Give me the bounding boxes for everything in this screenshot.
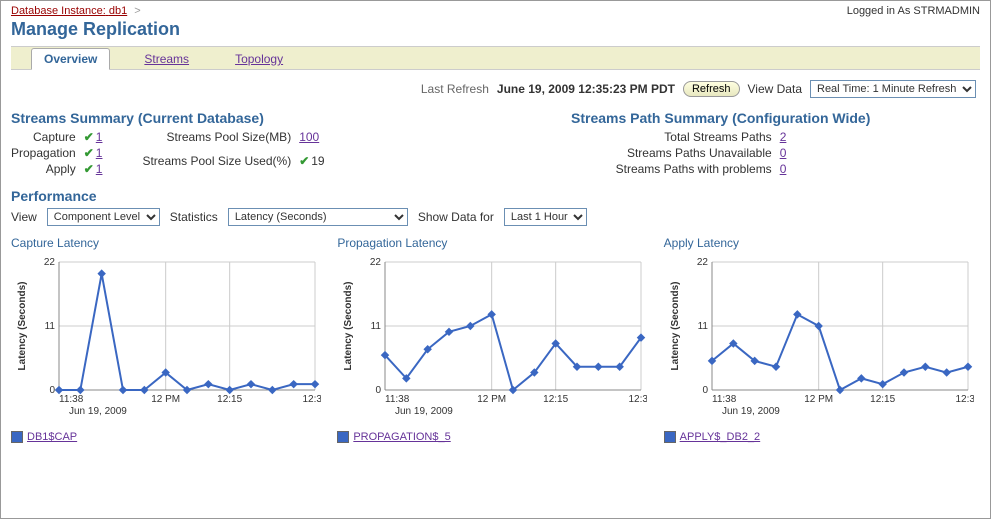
chart-legend: APPLY$_DB2_2 xyxy=(664,431,980,443)
chart-svg: 0 11 22 11:38 12 PM 12:15 12:30 Jun 19, 2009 Lat… xyxy=(337,254,647,424)
pool-size-label: Streams Pool Size(MB) xyxy=(142,130,291,152)
apply-label: Apply xyxy=(11,162,76,176)
view-data-select[interactable]: Real Time: 1 Minute Refresh xyxy=(810,80,976,98)
breadcrumb-link[interactable]: Database Instance: db1 xyxy=(11,5,127,17)
apply-count-link[interactable]: 1 xyxy=(96,162,103,176)
pool-used-label: Streams Pool Size Used(%) xyxy=(142,154,291,176)
performance-title: Performance xyxy=(11,188,980,204)
svg-text:Jun 19, 2009: Jun 19, 2009 xyxy=(722,406,780,417)
chart-propagation-latency: Propagation Latency 0 11 22 11:38 12 PM 12:15… xyxy=(337,236,653,443)
view-data-label: View Data xyxy=(748,82,802,96)
view-label: View xyxy=(11,210,37,224)
pool-size-link[interactable]: 100 xyxy=(299,130,319,144)
chart-legend: PROPAGATION$_5 xyxy=(337,431,653,443)
svg-text:11:38: 11:38 xyxy=(385,394,410,405)
legend-swatch-icon xyxy=(11,431,23,443)
svg-text:22: 22 xyxy=(697,257,709,268)
chart-svg: 0 11 22 11:38 12 PM 12:15 12:30 Jun 19, 2009 Lat… xyxy=(664,254,974,424)
legend-swatch-icon xyxy=(664,431,676,443)
paths-problem-link[interactable]: 0 xyxy=(780,162,787,176)
svg-text:12:30: 12:30 xyxy=(302,394,321,405)
check-icon: ✔ xyxy=(84,130,94,144)
show-data-for-label: Show Data for xyxy=(418,210,494,224)
svg-text:12 PM: 12 PM xyxy=(478,394,507,405)
svg-text:12:15: 12:15 xyxy=(543,394,568,405)
propagation-count-link[interactable]: 1 xyxy=(96,146,103,160)
refresh-bar: Last Refresh June 19, 2009 12:35:23 PM P… xyxy=(11,80,980,98)
svg-text:11: 11 xyxy=(371,321,382,332)
tab-overview[interactable]: Overview xyxy=(31,48,110,70)
svg-text:Latency (Seconds): Latency (Seconds) xyxy=(343,282,354,371)
legend-swatch-icon xyxy=(337,431,349,443)
tab-streams[interactable]: Streams xyxy=(132,49,201,69)
streams-summary-title: Streams Summary (Current Database) xyxy=(11,110,511,126)
chart-title: Propagation Latency xyxy=(337,236,653,250)
svg-text:12:30: 12:30 xyxy=(955,394,974,405)
chart-title: Capture Latency xyxy=(11,236,327,250)
svg-text:11:38: 11:38 xyxy=(59,394,84,405)
total-paths-link[interactable]: 2 xyxy=(780,130,787,144)
paths-unavail-link[interactable]: 0 xyxy=(780,146,787,160)
chevron-right-icon: > xyxy=(134,5,140,17)
last-refresh-timestamp: June 19, 2009 12:35:23 PM PDT xyxy=(497,82,675,96)
show-data-for-select[interactable]: Last 1 Hour xyxy=(504,208,587,226)
svg-text:12 PM: 12 PM xyxy=(804,394,833,405)
tab-topology[interactable]: Topology xyxy=(223,49,295,69)
svg-text:Jun 19, 2009: Jun 19, 2009 xyxy=(69,406,127,417)
paths-problem-label: Streams Paths with problems xyxy=(571,162,772,176)
svg-text:11: 11 xyxy=(697,321,708,332)
statistics-label: Statistics xyxy=(170,210,218,224)
check-icon: ✔ xyxy=(84,146,94,160)
chart-apply-latency: Apply Latency 0 11 22 11:38 12 PM 12:15 12:30 J… xyxy=(664,236,980,443)
check-icon: ✔ xyxy=(299,154,309,168)
statistics-select[interactable]: Latency (Seconds) xyxy=(228,208,408,226)
propagation-label: Propagation xyxy=(11,146,76,160)
total-paths-label: Total Streams Paths xyxy=(571,130,772,144)
legend-link[interactable]: APPLY$_DB2_2 xyxy=(680,431,761,443)
performance-controls: View Component Level Statistics Latency … xyxy=(11,208,980,226)
chart-svg: 0 11 22 11:38 12 PM 12:15 12:30 Jun 19, 2009 Lat… xyxy=(11,254,321,424)
refresh-button[interactable]: Refresh xyxy=(683,81,740,97)
breadcrumb: Database Instance: db1 > xyxy=(11,5,980,17)
pool-used-value: 19 xyxy=(311,154,324,168)
svg-text:11: 11 xyxy=(45,321,56,332)
svg-text:0: 0 xyxy=(702,385,708,396)
path-summary-title: Streams Path Summary (Configuration Wide… xyxy=(571,110,980,126)
legend-link[interactable]: DB1$CAP xyxy=(27,431,77,443)
logged-in-text: Logged in As STRMADMIN xyxy=(847,5,980,17)
page-title: Manage Replication xyxy=(11,19,980,40)
chart-legend: DB1$CAP xyxy=(11,431,327,443)
legend-link[interactable]: PROPAGATION$_5 xyxy=(353,431,450,443)
view-select[interactable]: Component Level xyxy=(47,208,160,226)
svg-text:12:30: 12:30 xyxy=(629,394,648,405)
last-refresh-label: Last Refresh xyxy=(421,82,489,96)
svg-text:Latency (Seconds): Latency (Seconds) xyxy=(670,282,681,371)
capture-count-link[interactable]: 1 xyxy=(96,130,103,144)
paths-unavail-label: Streams Paths Unavailable xyxy=(571,146,772,160)
capture-label: Capture xyxy=(11,130,76,144)
svg-text:22: 22 xyxy=(44,257,56,268)
chart-capture-latency: Capture Latency 0 11 22 11:38 12 PM 12:15 12:3… xyxy=(11,236,327,443)
svg-text:Jun 19, 2009: Jun 19, 2009 xyxy=(395,406,453,417)
charts-row: Capture Latency 0 11 22 11:38 12 PM 12:15 12:3… xyxy=(11,236,980,443)
svg-text:12:15: 12:15 xyxy=(870,394,895,405)
tab-bar: Overview Streams Topology xyxy=(11,46,980,70)
svg-text:0: 0 xyxy=(376,385,382,396)
svg-text:11:38: 11:38 xyxy=(712,394,737,405)
svg-text:12 PM: 12 PM xyxy=(151,394,180,405)
svg-text:Latency (Seconds): Latency (Seconds) xyxy=(17,282,28,371)
svg-text:22: 22 xyxy=(370,257,382,268)
svg-text:12:15: 12:15 xyxy=(217,394,242,405)
chart-title: Apply Latency xyxy=(664,236,980,250)
svg-text:0: 0 xyxy=(49,385,55,396)
check-icon: ✔ xyxy=(84,162,94,176)
